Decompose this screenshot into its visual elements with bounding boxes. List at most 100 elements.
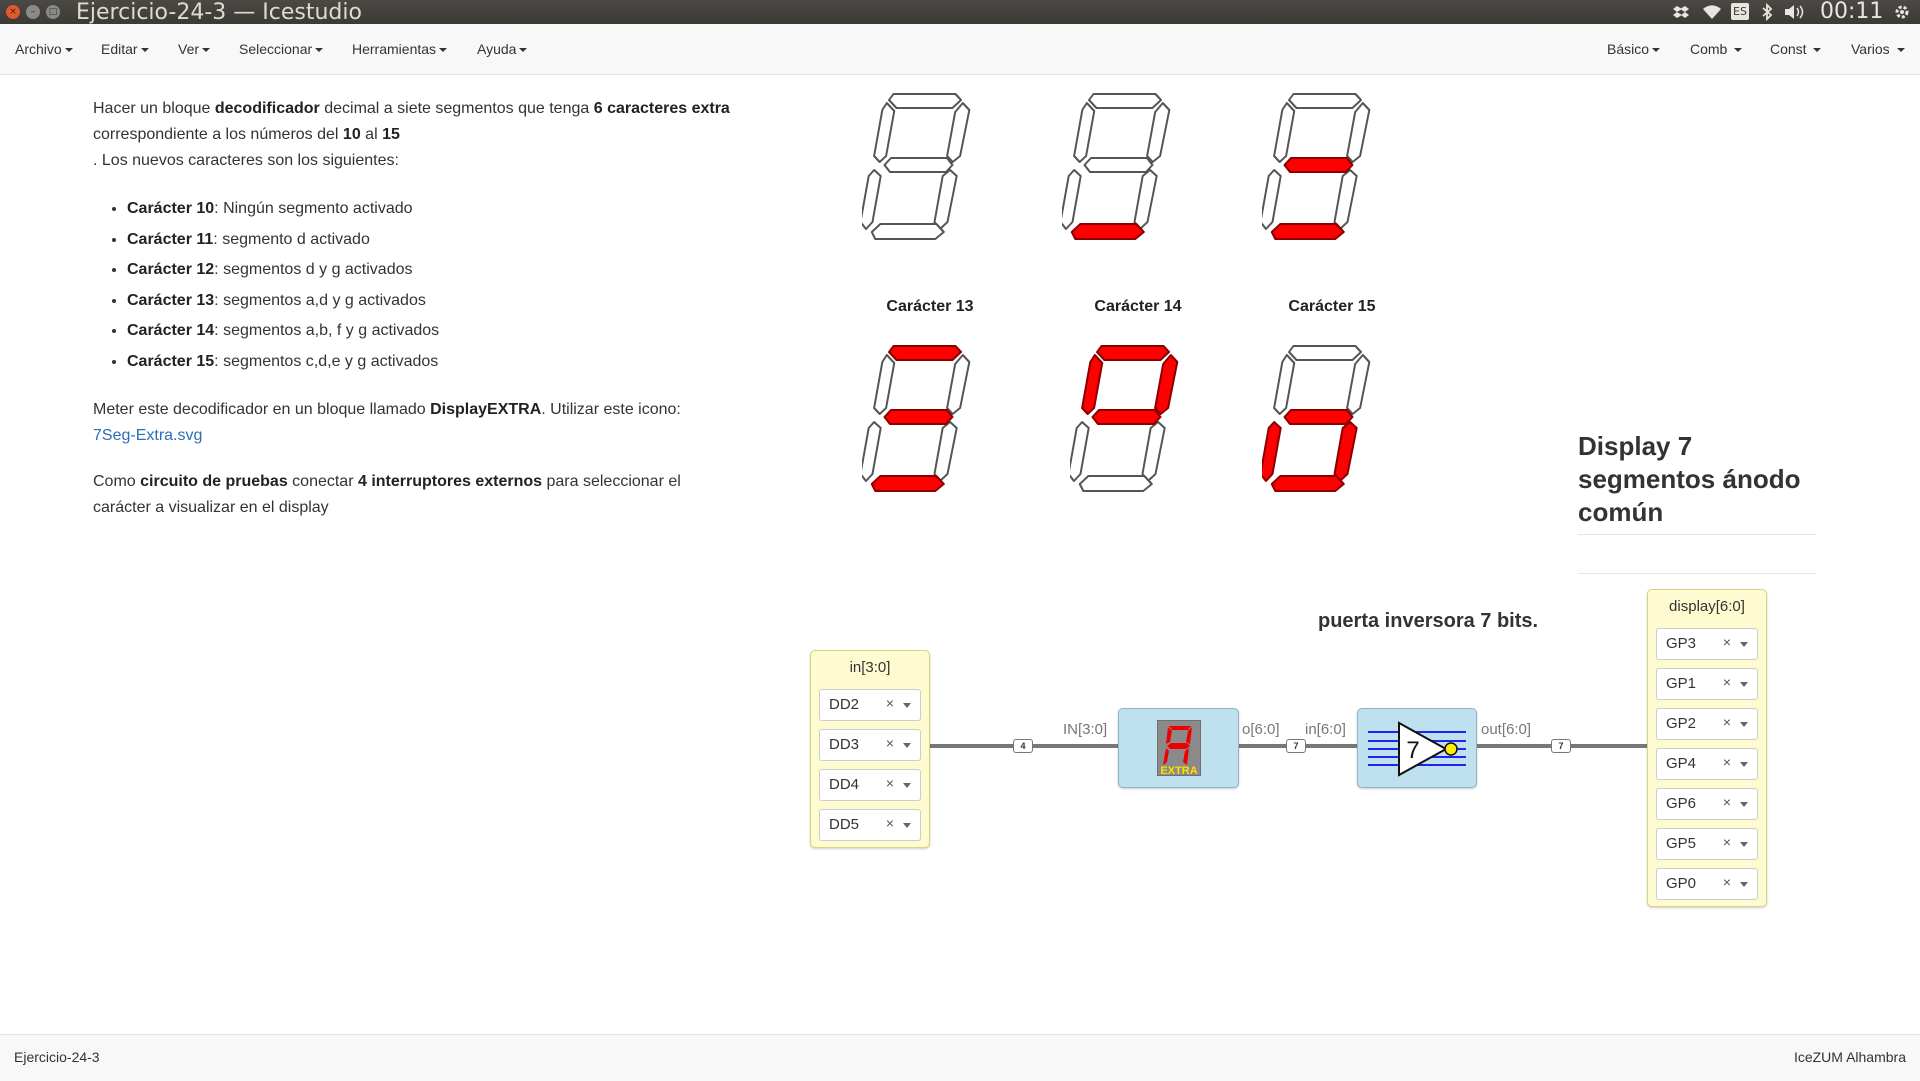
segment-g [1283,409,1354,425]
settings-icon[interactable] [1893,3,1911,21]
menu-herramientas[interactable]: Herramientas [352,41,448,57]
divider [1578,534,1816,535]
inverter-7bit-block[interactable]: 7 [1357,708,1477,788]
pin-select[interactable]: DD2 × [819,689,921,721]
bluetooth-icon[interactable] [1761,3,1773,21]
clock[interactable]: 00:11 [1820,0,1883,24]
clear-icon[interactable]: × [1723,674,1731,690]
display-note[interactable]: Display 7 segmentos ánodo común [1578,430,1818,529]
inverter-gate-icon: 7 [1368,721,1466,777]
window-title: Ejercicio-24-3 — Icestudio [76,0,362,25]
segment-d [1270,475,1345,492]
clear-icon[interactable]: × [886,775,894,791]
divider [1578,573,1816,574]
pin-select[interactable]: GP3 × [1656,628,1758,660]
pin-select[interactable]: GP2 × [1656,708,1758,740]
input-block[interactable]: in[3:0] DD2 × DD3 × DD4 × DD5 × [810,650,930,848]
chevron-down-icon[interactable] [1740,882,1748,887]
menu-ver[interactable]: Ver [178,41,211,57]
pin-name: GP5 [1666,835,1697,852]
pin-select[interactable]: GP4 × [1656,748,1758,780]
text-bold: 15 [382,126,400,143]
keyboard-layout-indicator[interactable]: ES [1731,3,1749,20]
menu-label: Herramientas [352,41,437,57]
clear-icon[interactable]: × [1723,714,1731,730]
segment-f [873,102,896,163]
close-window-button[interactable]: × [6,5,20,19]
chevron-down-icon[interactable] [1740,762,1748,767]
clear-icon[interactable]: × [1723,634,1731,650]
segment-g [1283,157,1354,173]
list-item: Carácter 11: segmento d activado [127,225,793,256]
item-desc: : Ningún segmento activado [214,200,413,217]
segment-e [1062,169,1082,230]
info-paragraph: Hacer un bloque decodificador decimal a … [93,96,793,174]
clear-icon[interactable]: × [886,815,894,831]
chevron-down-icon[interactable] [1740,642,1748,647]
clear-icon[interactable]: × [1723,754,1731,770]
icon-file-link[interactable]: 7Seg-Extra.svg [93,427,202,444]
output-block[interactable]: display[6:0] GP3 × GP1 × GP2 × GP4 × GP6 × GP… [1647,589,1767,907]
menu-label: Ver [178,41,200,57]
chevron-down-icon[interactable] [1740,682,1748,687]
info-block[interactable]: Hacer un bloque decodificador decimal a … [93,96,793,541]
clear-icon[interactable]: × [1723,794,1731,810]
clear-icon[interactable]: × [1723,834,1731,850]
pin-select[interactable]: DD3 × [819,729,921,761]
menu-ayuda[interactable]: Ayuda [477,41,528,57]
text-bold: circuito de pruebas [140,473,288,490]
menu-archivo[interactable]: Archivo [15,41,73,57]
menu-const[interactable]: Const [1770,41,1822,57]
chevron-down-icon[interactable] [903,783,911,788]
info-paragraph: Meter este decodificador en un bloque ll… [93,397,693,449]
pin-select[interactable]: DD4 × [819,769,921,801]
pin-select[interactable]: GP6 × [1656,788,1758,820]
clear-icon[interactable]: × [1723,874,1731,890]
menu-comb[interactable]: Comb [1690,41,1743,57]
chevron-down-icon[interactable] [1740,842,1748,847]
text-bold: 6 caracteres extra [593,100,730,117]
segment-a [1288,93,1363,109]
list-item: Carácter 15: segmentos c,d,e y g activad… [127,347,793,378]
text: al [360,126,383,143]
status-board-name[interactable]: IceZUM Alhambra [1794,1049,1906,1065]
display-extra-block[interactable]: EXTRA [1118,708,1239,788]
segment-c [1333,421,1358,482]
segment-c [1141,421,1166,482]
menu-basico[interactable]: Básico [1607,41,1661,57]
chevron-down-icon[interactable] [903,823,911,828]
clear-icon[interactable]: × [886,735,894,751]
title-bar: × – □ Ejercicio-24-3 — Icestudio ES 00:1… [0,0,1920,25]
menu-editar[interactable]: Editar [101,41,149,57]
maximize-window-button[interactable]: □ [46,5,60,19]
pin-select[interactable]: GP5 × [1656,828,1758,860]
segment-f [873,354,896,415]
menu-seleccionar[interactable]: Seleccionar [239,41,324,57]
caret-down-icon [1813,48,1822,52]
pin-name: DD3 [829,736,860,753]
dropbox-icon[interactable] [1672,4,1690,20]
caret-down-icon [64,48,73,52]
wifi-icon[interactable] [1702,4,1722,20]
menu-varios[interactable]: Varios [1851,41,1905,57]
text: Hacer un bloque [93,100,215,117]
minimize-window-button[interactable]: – [26,5,40,19]
segment-a [1088,93,1163,109]
seven-segment-digit [1062,93,1171,240]
chevron-down-icon[interactable] [903,743,911,748]
segment-b [946,354,971,415]
chevron-down-icon[interactable] [903,703,911,708]
digit-caption: Carácter 13 [886,298,974,315]
pin-select[interactable]: GP1 × [1656,668,1758,700]
chevron-down-icon[interactable] [1740,722,1748,727]
clear-icon[interactable]: × [886,695,894,711]
chevron-down-icon[interactable] [1740,802,1748,807]
volume-icon[interactable] [1784,4,1806,20]
text: decimal a siete segmentos que tenga [319,100,594,117]
list-item: Carácter 14: segmentos a,b, f y g activa… [127,316,793,347]
item-desc: : segmentos a,d y g activados [214,291,426,309]
menu-label: Varios [1851,41,1890,57]
pin-select[interactable]: DD5 × [819,809,921,841]
pin-select[interactable]: GP0 × [1656,868,1758,900]
gate-note[interactable]: puerta inversora 7 bits. [1318,607,1548,635]
